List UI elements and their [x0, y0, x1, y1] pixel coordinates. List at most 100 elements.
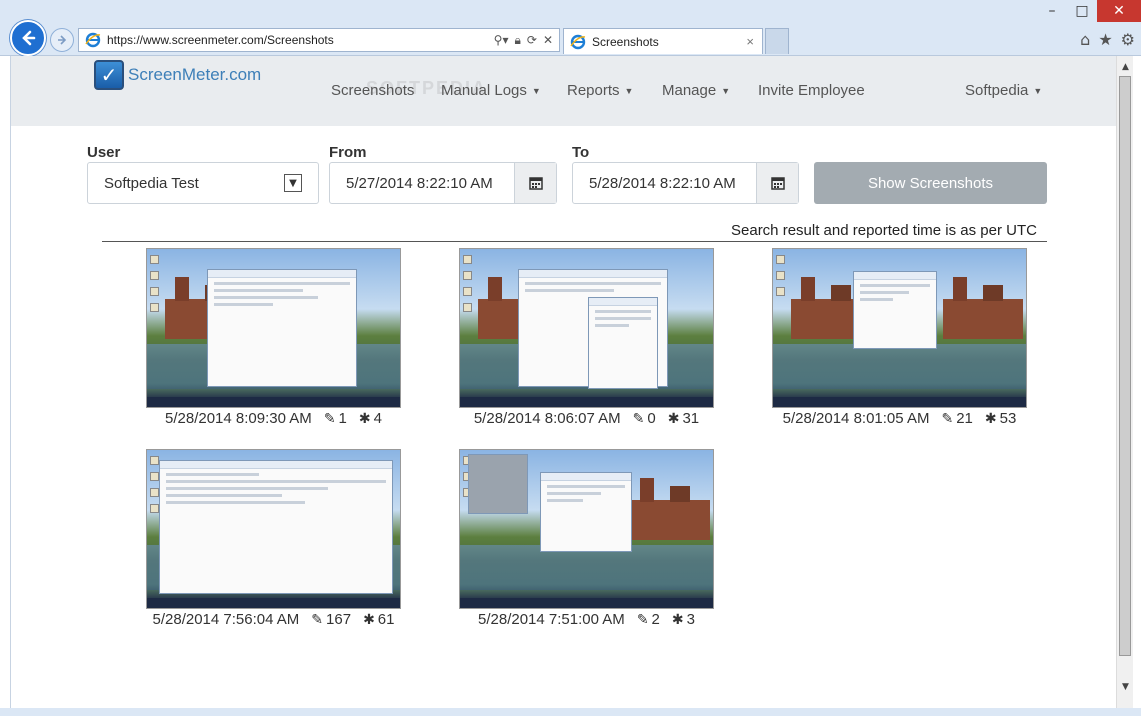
back-button[interactable]	[10, 20, 46, 56]
browser-tools: ⌂ ★ ⚙	[1080, 30, 1135, 49]
asterisk-icon: ✱	[363, 611, 375, 628]
chevron-down-icon: ▼	[284, 174, 302, 192]
refresh-icon[interactable]: ⟳	[527, 33, 537, 48]
asterisk-icon: ✱	[358, 410, 371, 427]
maximize-button[interactable]: □	[1067, 0, 1097, 22]
screenshot-card[interactable]: 5/28/2014 8:09:30 AM ✎ 1 ✱ 4	[146, 248, 401, 427]
screenshot-meta: 5/28/2014 7:51:00 AM ✎ 2 ✱ 3	[459, 611, 714, 628]
site-header: ✓ ScreenMeter.com SOFTPEDIA Screenshots …	[11, 56, 1116, 126]
new-tab-button[interactable]	[765, 28, 789, 54]
forward-arrow-icon	[58, 35, 67, 45]
scroll-up-icon[interactable]: ▲	[1117, 58, 1134, 75]
home-icon[interactable]: ⌂	[1080, 30, 1090, 49]
to-label: To	[572, 144, 590, 161]
nav-screenshots[interactable]: Screenshots	[331, 82, 414, 99]
caret-down-icon: ▼	[721, 85, 731, 96]
tab-ie-icon	[570, 34, 586, 49]
edit-icon: ✎	[632, 410, 645, 427]
screenshot-card[interactable]: 5/28/2014 7:56:04 AM ✎ 167 ✱ 61	[146, 449, 401, 628]
browser-chrome: – □ ✕ https://www.screenmeter.com/Screen…	[0, 0, 1141, 56]
user-select-value: Softpedia Test	[104, 174, 199, 192]
show-screenshots-button[interactable]: Show Screenshots	[814, 162, 1047, 204]
screenshot-card[interactable]: 5/28/2014 7:51:00 AM ✎ 2 ✱ 3	[459, 449, 714, 628]
user-label: User	[87, 144, 121, 161]
brand[interactable]: ✓ ScreenMeter.com	[94, 60, 261, 90]
to-date-value: 5/28/2014 8:22:10 AM	[589, 174, 736, 192]
nav-reports[interactable]: Reports ▼	[567, 82, 633, 99]
screenshot-meta: 5/28/2014 8:01:05 AM ✎ 21 ✱ 53	[772, 410, 1027, 427]
checkmark-logo-icon: ✓	[94, 60, 124, 90]
utc-note: Search result and reported time is as pe…	[731, 222, 1037, 239]
tab-close-icon[interactable]: ×	[746, 34, 754, 49]
window-bottom-border	[0, 708, 1141, 716]
favorites-star-icon[interactable]: ★	[1098, 30, 1112, 49]
ie-logo-icon	[85, 32, 101, 48]
caret-down-icon: ▼	[531, 85, 541, 96]
edit-count: 21	[956, 410, 973, 427]
window-controls: – □ ✕	[1037, 0, 1141, 22]
click-count: 4	[373, 410, 382, 427]
nav-manage[interactable]: Manage ▼	[662, 82, 730, 99]
calendar-icon[interactable]	[514, 163, 556, 203]
from-label: From	[329, 144, 367, 161]
screenshot-time: 5/28/2014 8:01:05 AM	[782, 410, 930, 427]
edit-icon: ✎	[941, 410, 954, 427]
search-icon[interactable]: ⚲▾	[494, 33, 509, 48]
click-count: 31	[682, 410, 700, 427]
screenshot-card[interactable]: 5/28/2014 8:06:07 AM ✎ 0 ✱ 31	[459, 248, 714, 427]
back-arrow-icon	[22, 30, 36, 46]
caret-down-icon: ▼	[1033, 85, 1043, 96]
nav-invite-employee[interactable]: Invite Employee	[758, 82, 865, 99]
lock-icon[interactable]: 🔒︎	[514, 33, 520, 48]
caret-down-icon: ▼	[624, 85, 634, 96]
asterisk-icon: ✱	[671, 611, 684, 628]
screenshot-thumbnail[interactable]	[146, 248, 401, 408]
edit-count: 2	[651, 611, 660, 628]
minimize-button[interactable]: –	[1037, 0, 1067, 22]
screenshot-time: 5/28/2014 7:51:00 AM	[478, 611, 625, 628]
forward-button[interactable]	[50, 28, 74, 52]
tab-title: Screenshots	[592, 34, 659, 49]
close-window-button[interactable]: ✕	[1097, 0, 1141, 22]
calendar-icon[interactable]	[756, 163, 798, 203]
click-count: 53	[999, 410, 1017, 427]
screenshot-time: 5/28/2014 8:06:07 AM	[473, 410, 621, 427]
edit-count: 1	[338, 410, 347, 427]
from-date-field[interactable]: 5/27/2014 8:22:10 AM	[329, 162, 557, 204]
edit-icon: ✎	[323, 410, 336, 427]
scroll-down-icon[interactable]: ▼	[1117, 678, 1134, 695]
page-viewport: ✓ ScreenMeter.com SOFTPEDIA Screenshots …	[10, 56, 1116, 708]
address-bar[interactable]: https://www.screenmeter.com/Screenshots …	[78, 28, 560, 52]
divider	[102, 241, 1047, 242]
screenshot-thumbnail[interactable]	[459, 248, 714, 408]
nav-manual-logs[interactable]: Manual Logs ▼	[441, 82, 541, 99]
screenshot-thumbnail[interactable]	[772, 248, 1027, 408]
click-count: 61	[377, 611, 395, 628]
brand-name: ScreenMeter.com	[128, 65, 262, 84]
to-date-field[interactable]: 5/28/2014 8:22:10 AM	[572, 162, 799, 204]
tab-screenshots[interactable]: Screenshots ×	[563, 28, 763, 54]
edit-count: 0	[647, 410, 656, 427]
edit-icon: ✎	[311, 611, 324, 628]
screenshot-thumbnail[interactable]	[459, 449, 714, 609]
edit-icon: ✎	[636, 611, 649, 628]
close-address-icon[interactable]: ✕	[543, 33, 553, 48]
screenshot-time: 5/28/2014 8:09:30 AM	[165, 410, 312, 427]
screenshot-card[interactable]: 5/28/2014 8:01:05 AM ✎ 21 ✱ 53	[772, 248, 1027, 427]
settings-gear-icon[interactable]: ⚙	[1121, 30, 1135, 49]
asterisk-icon: ✱	[667, 410, 680, 427]
screenshot-meta: 5/28/2014 7:56:04 AM ✎ 167 ✱ 61	[146, 611, 401, 628]
screenshot-thumbnail[interactable]	[146, 449, 401, 609]
edit-count: 167	[326, 611, 352, 628]
screenshot-meta: 5/28/2014 8:06:07 AM ✎ 0 ✱ 31	[459, 410, 714, 427]
vertical-scrollbar[interactable]: ▲ ▼	[1116, 56, 1133, 708]
user-select[interactable]: Softpedia Test ▼	[87, 162, 319, 204]
asterisk-icon: ✱	[984, 410, 997, 427]
url-text[interactable]: https://www.screenmeter.com/Screenshots	[107, 33, 494, 47]
click-count: 3	[686, 611, 695, 628]
from-date-value: 5/27/2014 8:22:10 AM	[346, 174, 493, 192]
screenshot-meta: 5/28/2014 8:09:30 AM ✎ 1 ✱ 4	[146, 410, 401, 427]
scrollbar-thumb[interactable]	[1119, 76, 1131, 656]
nav-account[interactable]: Softpedia ▼	[965, 82, 1042, 99]
screenshot-time: 5/28/2014 7:56:04 AM	[152, 611, 300, 628]
